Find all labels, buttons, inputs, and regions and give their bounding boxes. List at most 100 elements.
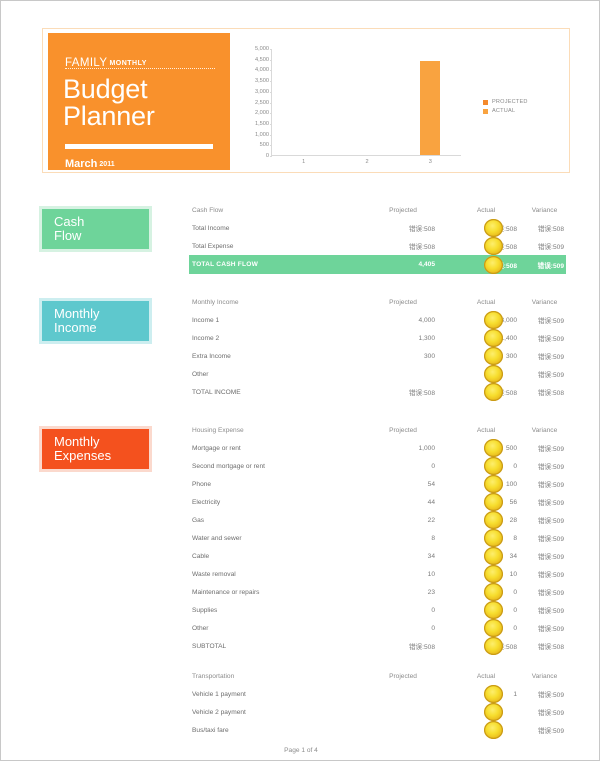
- table-row[interactable]: Income 1 4,000 3,000 错误:509: [189, 311, 566, 329]
- chart-legend-swatch: [483, 108, 488, 114]
- chart-y-tick-mark: [270, 145, 272, 147]
- row-projected-value: 4,000: [418, 316, 435, 324]
- variance-indicator-coin-icon: [484, 619, 503, 637]
- page-title: Budget Planner: [63, 76, 155, 130]
- hero-date: March 2011: [65, 154, 115, 172]
- table-header-projected: Projected: [389, 426, 417, 434]
- section-tag-fill: Cash Flow: [42, 209, 149, 249]
- table-row[interactable]: Other 0 0 错误:509: [189, 619, 566, 637]
- budget-table: Transportation Projected Actual Variance Veh…: [189, 667, 566, 739]
- section-tag-label: Cash Flow: [54, 214, 85, 243]
- table-row[interactable]: TOTAL INCOME 错误:508 错误:508 错误:508: [189, 383, 566, 401]
- chart-y-tick-label: 3,000: [255, 88, 269, 95]
- chart-legend: PROJECTED ACTUAL: [483, 99, 528, 117]
- section-tag-fill: Monthly Expenses: [42, 429, 149, 469]
- variance-indicator-coin-icon: [484, 383, 503, 401]
- table-row[interactable]: Electricity 44 56 错误:509: [189, 493, 566, 511]
- row-projected-value: 错误:508: [408, 644, 435, 651]
- table-row[interactable]: Vehicle 1 payment 1 错误:509: [189, 685, 566, 703]
- row-label: Vehicle 2 payment: [192, 708, 246, 716]
- row-projected-value: 1,000: [418, 444, 435, 452]
- table-header-name: Transportation: [192, 672, 235, 680]
- budget-table: Monthly Income Projected Actual Variance Inc…: [189, 293, 566, 401]
- row-variance-value: 错误:508: [537, 644, 564, 651]
- table-row[interactable]: Gas 22 28 错误:509: [189, 511, 566, 529]
- table-row[interactable]: TOTAL CASH FLOW 4,405 错误:508 错误:509: [189, 255, 566, 274]
- chart-y-tick-label: 0: [265, 153, 269, 159]
- section-tag-label: Monthly Income: [54, 306, 100, 335]
- variance-indicator-coin-icon: [484, 347, 503, 365]
- table-row[interactable]: Total Income 错误:508 错误:508 错误:508: [189, 219, 566, 237]
- row-projected-value: 4,405: [418, 261, 435, 268]
- row-label: SUBTOTAL: [192, 642, 227, 650]
- hero-divider-bar: [65, 144, 213, 149]
- table-row[interactable]: Income 2 1,300 1,400 错误:509: [189, 329, 566, 347]
- row-label: Supplies: [192, 606, 218, 614]
- table-header-variance: Variance: [531, 426, 558, 434]
- chart-y-tick-label: 2,000: [255, 110, 269, 117]
- summary-bar-chart: 0 500 1,000 1,500 2,000 2,500 3,000 3,500 4,000 4…: [235, 33, 565, 170]
- table-row[interactable]: Mortgage or rent 1,000 500 错误:509: [189, 439, 566, 457]
- table-row[interactable]: Waste removal 10 10 错误:509: [189, 565, 566, 583]
- row-variance-value: 错误:509: [537, 728, 564, 735]
- section-tag-label: Monthly Expenses: [54, 434, 112, 463]
- row-label: Extra Income: [192, 352, 231, 360]
- variance-indicator-coin-icon: [484, 721, 503, 739]
- chart-legend-item: ACTUAL: [483, 108, 528, 114]
- chart-y-tick-label: 1,500: [255, 120, 269, 127]
- chart-y-tick-mark: [270, 49, 272, 50]
- row-variance-value: 错误:508: [537, 226, 564, 233]
- row-variance-value: 错误:509: [537, 354, 564, 361]
- row-label: Maintenance or repairs: [192, 588, 260, 596]
- variance-indicator-coin-icon: [484, 219, 503, 237]
- row-label: TOTAL CASH FLOW: [192, 261, 259, 268]
- row-variance-value: 错误:509: [537, 518, 564, 525]
- section-tag-cash-flow[interactable]: Cash Flow: [39, 206, 152, 252]
- variance-indicator-coin-icon: [484, 493, 503, 511]
- row-label: Income 2: [192, 334, 220, 342]
- table-row[interactable]: Second mortgage or rent 0 0 错误:509: [189, 457, 566, 475]
- row-projected-value: 错误:508: [408, 390, 435, 397]
- hero-panel: FAMILY MONTHLY Budget Planner March 2011: [48, 33, 230, 170]
- row-variance-value: 错误:509: [537, 482, 564, 489]
- row-label: Waste removal: [192, 570, 236, 578]
- table-row[interactable]: Extra Income 300 300 错误:509: [189, 347, 566, 365]
- row-projected-value: 错误:508: [408, 226, 435, 233]
- table-row[interactable]: Phone 54 100 错误:509: [189, 475, 566, 493]
- row-label: Gas: [192, 516, 205, 524]
- row-variance-value: 错误:509: [537, 500, 564, 507]
- variance-indicator-coin-icon: [484, 703, 503, 721]
- row-variance-value: 错误:509: [537, 446, 564, 453]
- section-tag-monthly-income[interactable]: Monthly Income: [39, 298, 152, 344]
- section-tag-monthly-expenses[interactable]: Monthly Expenses: [39, 426, 152, 472]
- variance-indicator-coin-icon: [484, 365, 503, 383]
- chart-legend-swatch: [483, 99, 488, 105]
- row-label: Water and sewer: [192, 534, 242, 542]
- table-row[interactable]: Cable 34 34 错误:509: [189, 547, 566, 565]
- chart-bar: [420, 60, 441, 155]
- row-projected-value: 44: [427, 498, 435, 506]
- table-row[interactable]: SUBTOTAL 错误:508 错误:508 错误:508: [189, 637, 566, 655]
- chart-x-tick-label: 3: [428, 159, 432, 165]
- chart-x-tick-label: 1: [302, 159, 306, 165]
- table-row[interactable]: Vehicle 2 payment 错误:509: [189, 703, 566, 721]
- page-title-line2: Planner: [63, 101, 155, 131]
- table-header-row: Housing Expense Projected Actual Variance: [189, 421, 566, 439]
- chart-y-tick-label: 4,000: [255, 67, 269, 74]
- table-row[interactable]: Total Expense 错误:508 错误:508 错误:509: [189, 237, 566, 255]
- row-projected-value: 54: [427, 480, 435, 488]
- table-row[interactable]: Water and sewer 8 8 错误:509: [189, 529, 566, 547]
- row-variance-value: 错误:509: [537, 692, 564, 699]
- table-row[interactable]: Bus/taxi fare 错误:509: [189, 721, 566, 739]
- table-row[interactable]: Maintenance or repairs 23 0 错误:509: [189, 583, 566, 601]
- variance-indicator-coin-icon: [484, 547, 503, 565]
- chart-y-tick-mark: [270, 70, 272, 72]
- table-header-projected: Projected: [389, 298, 417, 306]
- row-projected-value: 34: [427, 552, 435, 560]
- row-projected-value: 0: [431, 606, 435, 614]
- chart-x-tick-label: 2: [365, 159, 369, 165]
- table-row[interactable]: Supplies 0 0 错误:509: [189, 601, 566, 619]
- table-row[interactable]: Other 错误:509: [189, 365, 566, 383]
- chart-y-tick-mark: [270, 123, 272, 125]
- variance-indicator-coin-icon: [484, 583, 503, 601]
